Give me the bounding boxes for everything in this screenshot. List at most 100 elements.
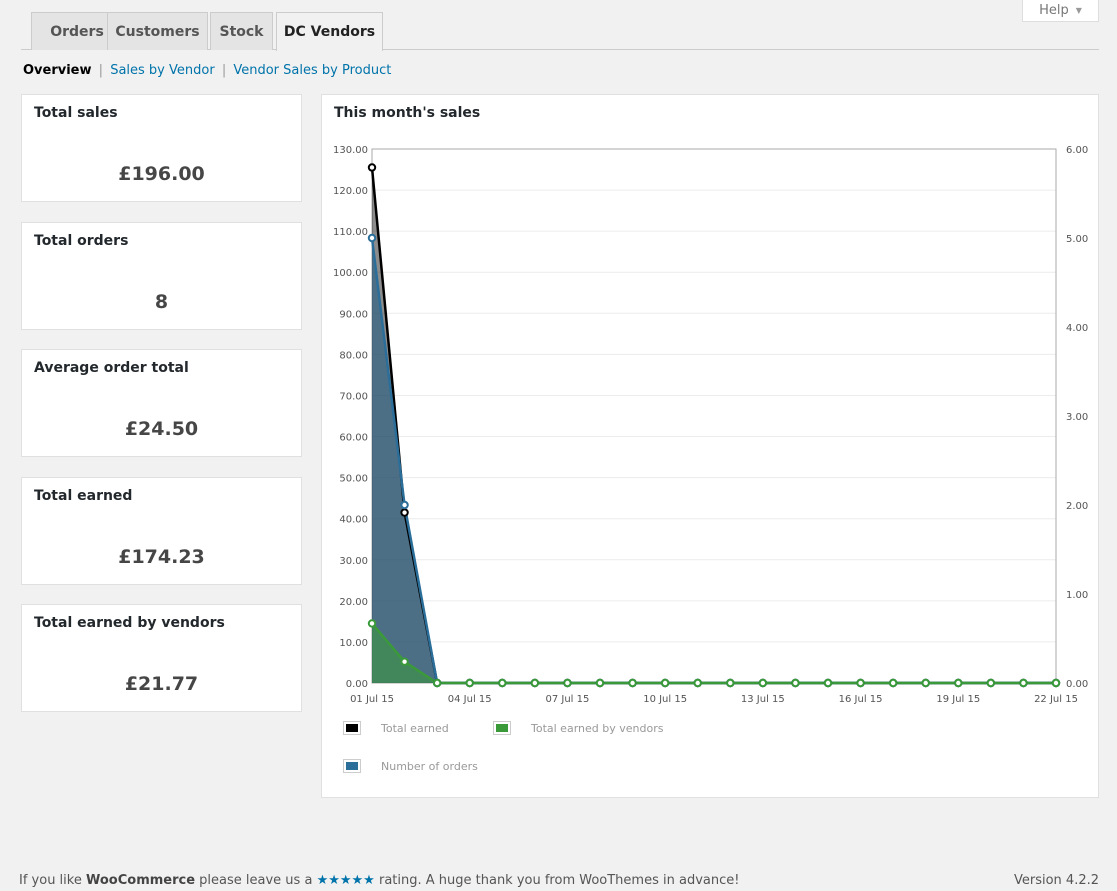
data-point xyxy=(465,678,474,688)
summary-card-total-orders: Total orders 8 xyxy=(21,222,302,330)
y-left-tick-label: 110.00 xyxy=(333,227,368,238)
y-left-tick-label: 80.00 xyxy=(339,350,368,361)
card-label: Total earned xyxy=(34,488,133,504)
data-point xyxy=(791,678,800,688)
plot-frame xyxy=(371,148,1057,684)
legend-label: Total earned xyxy=(381,721,449,735)
data-point xyxy=(758,678,768,688)
data-point xyxy=(921,678,930,688)
series-area-2 xyxy=(372,238,1056,683)
y-left-tick-label: 0.00 xyxy=(346,679,368,690)
legend-swatch xyxy=(493,721,511,735)
footer-text-before: If you like xyxy=(19,873,86,888)
y-right-tick-label: 1.00 xyxy=(1066,590,1088,601)
tab-stock[interactable]: Stock xyxy=(210,12,273,50)
data-point xyxy=(563,678,572,688)
report-subnav: Overview | Sales by Vendor | Vendor Sale… xyxy=(23,63,391,78)
data-point xyxy=(888,678,898,688)
legend-label: Total earned by vendors xyxy=(531,721,664,735)
legend-color xyxy=(346,762,358,770)
data-point xyxy=(367,163,377,172)
rating-stars-link[interactable]: ★★★★★ xyxy=(317,873,375,888)
x-tick-label: 13 Jul 15 xyxy=(741,694,785,705)
report-tabs: Orders Customers Stock DC Vendors xyxy=(21,12,1099,51)
card-label: Total orders xyxy=(34,233,129,249)
card-label: Total sales xyxy=(34,105,118,121)
data-point xyxy=(693,678,702,688)
card-label: Total earned by vendors xyxy=(34,615,225,631)
legend-color xyxy=(346,724,358,732)
legend-item-total-earned[interactable]: Total earned xyxy=(343,721,449,735)
data-point xyxy=(400,657,409,666)
y-left-tick-label: 10.00 xyxy=(339,638,368,649)
data-point xyxy=(400,508,409,517)
footer-rating-message: If you like WooCommerce please leave us … xyxy=(19,873,739,888)
subnav-separator: | xyxy=(221,63,227,78)
legend-swatch xyxy=(343,759,361,773)
legend-color xyxy=(496,724,508,732)
x-tick-label: 04 Jul 15 xyxy=(448,694,492,705)
data-point xyxy=(856,678,865,688)
subnav-vendor-sales-by-product[interactable]: Vendor Sales by Product xyxy=(233,63,391,78)
data-point xyxy=(660,678,670,688)
legend-item-total-earned-by-vendors[interactable]: Total earned by vendors xyxy=(493,721,663,735)
y-right-tick-label: 3.00 xyxy=(1066,412,1088,423)
y-left-tick-label: 120.00 xyxy=(333,186,368,197)
data-point xyxy=(432,678,442,688)
data-point xyxy=(726,678,735,688)
monthly-sales-chart-panel: This month's sales 0.00 10.00 20.00 30.00 40… xyxy=(321,94,1099,798)
series-line-2 xyxy=(370,237,1056,685)
footer-version: Version 4.2.2 xyxy=(1013,873,1099,888)
y-left-tick-label: 40.00 xyxy=(339,515,368,526)
tab-dc-vendors[interactable]: DC Vendors xyxy=(276,12,383,51)
series-area-1 xyxy=(372,623,1056,683)
subnav-sales-by-vendor[interactable]: Sales by Vendor xyxy=(110,63,214,78)
card-value: £196.00 xyxy=(118,163,205,185)
data-point xyxy=(530,678,540,688)
series-line-0 xyxy=(370,167,1056,685)
card-label: Average order total xyxy=(34,360,189,376)
data-point xyxy=(628,678,637,688)
y-left-tick-label: 60.00 xyxy=(339,433,368,444)
footer-text-after: rating. A huge thank you from WooThemes … xyxy=(374,873,740,888)
summary-card-total-sales: Total sales £196.00 xyxy=(21,94,302,202)
subnav-separator: | xyxy=(98,63,104,78)
y-left-tick-label: 50.00 xyxy=(339,474,368,485)
series-area-0 xyxy=(372,167,1056,683)
data-point xyxy=(986,678,996,688)
card-value: £21.77 xyxy=(124,673,199,695)
y-left-tick-label: 130.00 xyxy=(333,145,368,156)
legend-label: Number of orders xyxy=(381,759,478,773)
data-point xyxy=(400,500,409,510)
x-tick-label: 10 Jul 15 xyxy=(643,694,687,705)
footer-brand: WooCommerce xyxy=(85,873,196,888)
summary-card-total-earned-by-vendors: Total earned by vendors £21.77 xyxy=(21,604,302,712)
data-point xyxy=(823,678,833,688)
y-left-tick-label: 90.00 xyxy=(339,309,368,320)
x-tick-label: 07 Jul 15 xyxy=(545,694,589,705)
sales-chart: 0.00 10.00 20.00 30.00 40.00 50.00 60.00 70.00 8… xyxy=(333,145,1088,705)
y-right-tick-label: 2.00 xyxy=(1066,501,1088,512)
subnav-overview[interactable]: Overview xyxy=(23,63,92,78)
x-tick-label: 16 Jul 15 xyxy=(839,694,883,705)
y-right-tick-label: 5.00 xyxy=(1066,234,1088,245)
y-left-tick-label: 70.00 xyxy=(339,391,368,402)
data-point xyxy=(367,233,377,243)
y-right-tick-label: 6.00 xyxy=(1066,145,1088,156)
x-tick-label: 22 Jul 15 xyxy=(1034,694,1078,705)
legend-swatch xyxy=(343,721,361,735)
card-value: 8 xyxy=(154,291,169,313)
card-value: £174.23 xyxy=(118,546,205,568)
series-line-1 xyxy=(371,622,1056,685)
x-tick-label: 19 Jul 15 xyxy=(936,694,980,705)
tab-customers[interactable]: Customers xyxy=(107,12,208,50)
y-left-tick-label: 20.00 xyxy=(339,597,368,608)
data-point xyxy=(1051,678,1061,688)
legend-item-number-of-orders[interactable]: Number of orders xyxy=(343,759,478,773)
y-right-tick-label: 4.00 xyxy=(1066,323,1088,334)
data-point xyxy=(1019,678,1028,688)
x-tick-label: 01 Jul 15 xyxy=(350,694,394,705)
y-left-tick-label: 100.00 xyxy=(333,268,368,279)
summary-card-total-earned: Total earned £174.23 xyxy=(21,477,302,585)
data-point xyxy=(595,678,605,688)
